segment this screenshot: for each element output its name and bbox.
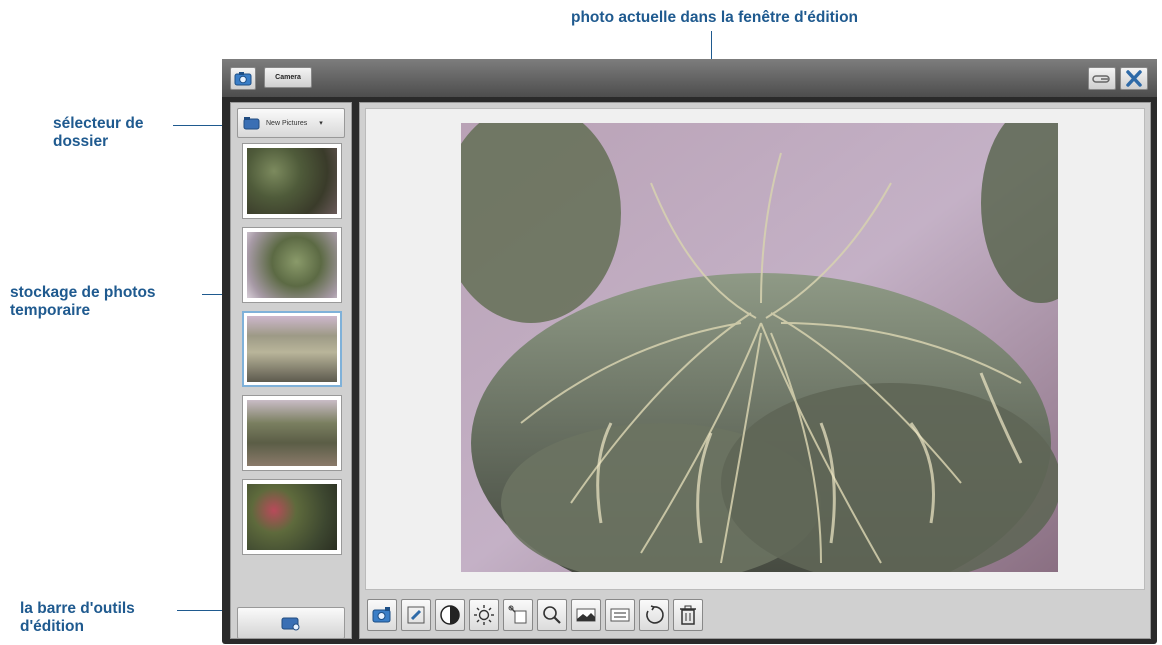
annotation-folder-selector-line1: sélecteur de <box>53 115 144 132</box>
key-icon <box>1092 75 1110 83</box>
landscape-icon <box>576 608 596 622</box>
annotation-toolbar: la barre d'outils d'édition <box>20 600 135 636</box>
annotation-temp-storage-line2: temporaire <box>10 302 91 319</box>
camera-button[interactable]: Camera <box>264 67 312 88</box>
settings-button[interactable] <box>1088 67 1116 90</box>
thumbnail-image <box>247 148 337 214</box>
tool-camera-button[interactable] <box>367 599 397 631</box>
camera-app-window: Camera New Pictures ▾ <box>222 59 1157 644</box>
camera-icon <box>372 607 391 623</box>
import-photos-button[interactable] <box>237 607 345 639</box>
thumbnail-3-selected[interactable] <box>242 311 342 387</box>
thumbnail-5[interactable] <box>242 479 342 555</box>
annotation-folder-selector-line2: dossier <box>53 133 109 150</box>
titlebar: Camera <box>222 59 1157 97</box>
thumbnail-image <box>247 316 337 382</box>
rotate-icon <box>646 605 664 624</box>
tool-resize-button[interactable] <box>605 599 635 631</box>
zoom-icon <box>543 606 561 624</box>
pencil-icon <box>407 606 425 624</box>
camera-icon <box>234 72 252 86</box>
contrast-icon <box>440 605 460 625</box>
folder-selector[interactable]: New Pictures ▾ <box>237 108 345 138</box>
camera-app-button[interactable] <box>230 67 256 90</box>
tool-zoom-button[interactable] <box>537 599 567 631</box>
editing-pane <box>359 102 1151 639</box>
close-icon <box>1126 70 1142 87</box>
annotation-folder-selector: sélecteur de dossier <box>53 115 143 151</box>
thumbnail-image <box>247 484 337 550</box>
thumbnail-4[interactable] <box>242 395 342 471</box>
trash-icon <box>680 605 696 625</box>
thumbnail-2[interactable] <box>242 227 342 303</box>
annotation-current-photo: photo actuelle dans la fenêtre d'édition <box>571 9 859 26</box>
tool-contrast-button[interactable] <box>435 599 465 631</box>
current-photo <box>461 123 1058 572</box>
editing-canvas <box>365 108 1145 590</box>
editing-toolbar <box>365 593 1145 635</box>
brightness-icon <box>474 605 494 625</box>
close-button[interactable] <box>1120 67 1148 90</box>
folder-camera-icon <box>281 617 300 631</box>
tool-crop-button[interactable] <box>503 599 533 631</box>
thumbnail-1[interactable] <box>242 143 342 219</box>
sidebar: New Pictures ▾ <box>230 102 352 639</box>
thumbnail-image <box>247 232 337 298</box>
tool-brightness-button[interactable] <box>469 599 499 631</box>
annotation-toolbar-line2: d'édition <box>20 618 84 635</box>
resize-icon <box>610 608 630 622</box>
folder-selector-label: New Pictures <box>266 119 308 127</box>
annotation-temp-storage-line1: stockage de photos <box>10 284 156 301</box>
current-photo-image <box>461 123 1058 572</box>
tool-delete-button[interactable] <box>673 599 703 631</box>
tool-draw-button[interactable] <box>401 599 431 631</box>
chevron-down-icon: ▾ <box>319 120 323 127</box>
folder-icon <box>243 117 260 130</box>
crop-icon <box>508 605 527 624</box>
thumbnail-image <box>247 400 337 466</box>
annotation-temp-storage: stockage de photos temporaire <box>10 284 156 320</box>
tool-landscape-button[interactable] <box>571 599 601 631</box>
camera-button-label: Camera <box>275 74 301 81</box>
annotation-toolbar-line1: la barre d'outils <box>20 600 135 617</box>
tool-rotate-button[interactable] <box>639 599 669 631</box>
